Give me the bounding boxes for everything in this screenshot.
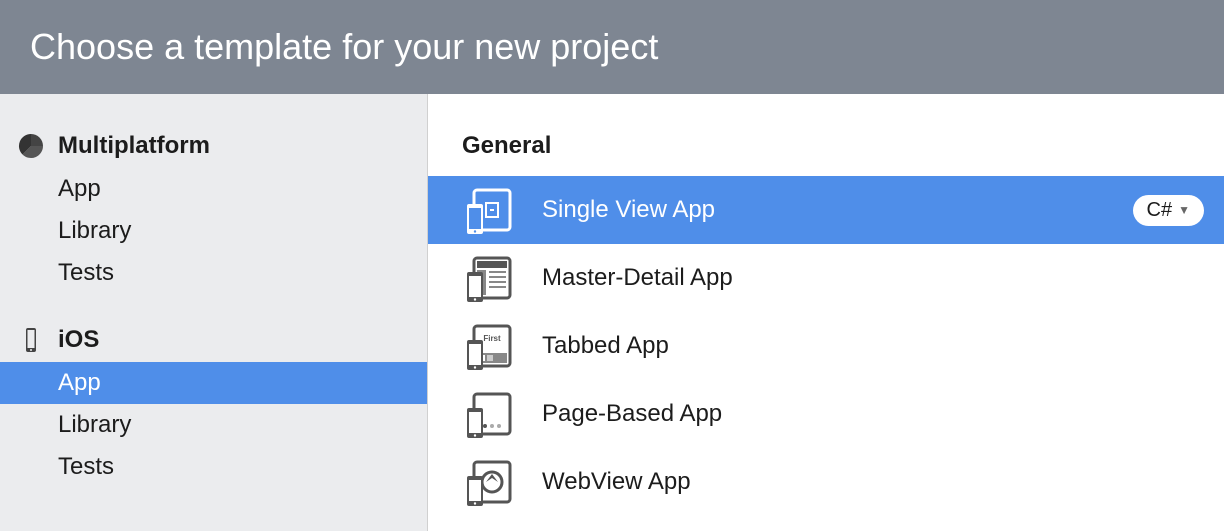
template-label: Single View App [542,196,1105,224]
template-list-panel: General Single View App C# ▼ [428,94,1224,531]
language-selector[interactable]: C# ▼ [1133,195,1204,226]
sidebar-category-multiplatform[interactable]: Multiplatform [0,124,427,168]
template-master-detail-app[interactable]: Master-Detail App [428,244,1224,312]
sidebar-item-label: Tests [58,453,114,480]
section-title-general: General [428,124,1224,176]
multiplatform-icon [18,133,44,159]
template-single-view-app[interactable]: Single View App C# ▼ [428,176,1224,244]
sidebar-item-label: Library [58,217,131,244]
svg-text:First: First [483,334,501,343]
page-based-app-icon [462,388,514,440]
template-tabbed-app[interactable]: First Tabbed App [428,312,1224,380]
sidebar-group-ios: iOS App Library Tests [0,318,427,488]
sidebar: Multiplatform App Library Tests [0,94,428,531]
template-label: Tabbed App [542,332,1204,360]
sidebar-category-label: iOS [58,326,99,354]
dialog-header: Choose a template for your new project [0,0,1224,94]
sidebar-category-ios[interactable]: iOS [0,318,427,362]
sidebar-item-label: App [58,175,101,202]
sidebar-item-label: App [58,369,101,396]
sidebar-item-label: Library [58,411,131,438]
sidebar-item-label: Tests [58,259,114,286]
phone-icon [18,327,44,353]
template-label: Page-Based App [542,400,1204,428]
template-page-based-app[interactable]: Page-Based App [428,380,1224,448]
single-view-app-icon [462,184,514,236]
sidebar-category-label: Multiplatform [58,132,210,160]
sidebar-item-multiplatform-tests[interactable]: Tests [0,252,427,294]
language-label: C# [1147,199,1173,222]
content-area: Multiplatform App Library Tests [0,94,1224,531]
template-label: WebView App [542,468,1204,496]
tabbed-app-icon: First [462,320,514,372]
sidebar-item-ios-library[interactable]: Library [0,404,427,446]
sidebar-item-multiplatform-app[interactable]: App [0,168,427,210]
master-detail-app-icon [462,252,514,304]
template-label: Master-Detail App [542,264,1204,292]
dialog-title: Choose a template for your new project [30,26,658,68]
chevron-down-icon: ▼ [1178,203,1190,217]
webview-app-icon [462,456,514,508]
sidebar-item-multiplatform-library[interactable]: Library [0,210,427,252]
sidebar-item-ios-app[interactable]: App [0,362,427,404]
sidebar-group-multiplatform: Multiplatform App Library Tests [0,124,427,294]
template-webview-app[interactable]: WebView App [428,448,1224,516]
sidebar-item-ios-tests[interactable]: Tests [0,446,427,488]
